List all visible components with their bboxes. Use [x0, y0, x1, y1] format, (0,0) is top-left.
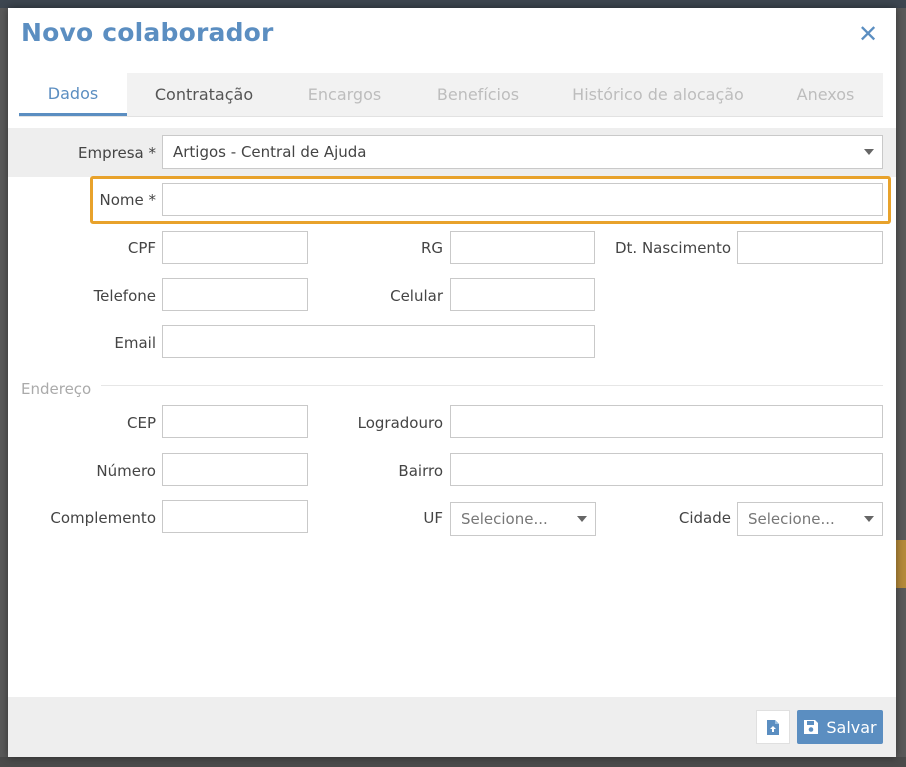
backdrop-bottom [0, 757, 906, 767]
cidade-value: Selecione... [748, 510, 835, 528]
email-label: Email [114, 334, 156, 352]
cep-label: CEP [127, 414, 156, 432]
backdrop-edge [896, 540, 906, 588]
rg-input[interactable] [450, 231, 595, 264]
tab-anexos: Anexos [796, 85, 855, 104]
tab-encargos: Encargos [307, 85, 382, 104]
email-input[interactable] [162, 325, 595, 358]
tab-divider [19, 116, 883, 117]
uf-value: Selecione... [461, 510, 548, 528]
tab-contratacao[interactable]: Contratação [127, 73, 281, 116]
chevron-down-icon [864, 516, 874, 522]
close-icon[interactable]: ✕ [854, 20, 882, 48]
cpf-input[interactable] [162, 231, 308, 264]
attach-file-button[interactable] [756, 710, 790, 744]
cep-input[interactable] [162, 405, 308, 438]
nome-input[interactable] [162, 183, 883, 216]
new-employee-modal: Novo colaborador ✕ Dados Contratação Enc… [8, 8, 896, 757]
bairro-label: Bairro [398, 462, 443, 480]
backdrop [0, 0, 906, 8]
empresa-select[interactable]: Artigos - Central de Ajuda [162, 135, 883, 169]
uf-label: UF [423, 509, 443, 527]
celular-input[interactable] [450, 278, 595, 311]
file-upload-icon [767, 719, 779, 735]
telefone-label: Telefone [93, 287, 156, 305]
numero-label: Número [96, 462, 156, 480]
save-button-label: Salvar [826, 717, 877, 737]
tab-dados[interactable]: Dados [19, 73, 127, 116]
empresa-label: Empresa * [78, 144, 156, 162]
nome-label: Nome * [99, 191, 156, 209]
tab-historico-alocacao: Histórico de alocação [572, 85, 744, 104]
modal-title: Novo colaborador [21, 18, 274, 47]
chevron-down-icon [577, 516, 587, 522]
cpf-label: CPF [127, 239, 156, 257]
empresa-value: Artigos - Central de Ajuda [173, 143, 367, 161]
tab-bar: Dados Contratação Encargos Benefícios Hi… [19, 73, 883, 116]
chevron-down-icon [864, 149, 874, 155]
complemento-input[interactable] [162, 500, 308, 533]
logradouro-label: Logradouro [357, 414, 443, 432]
tab-beneficios: Benefícios [436, 85, 520, 104]
dt-nascimento-input[interactable] [737, 231, 883, 264]
complemento-label: Complemento [50, 509, 156, 527]
save-button[interactable]: Salvar [797, 710, 883, 744]
floppy-disk-icon [804, 720, 819, 734]
cidade-label: Cidade [678, 509, 731, 527]
numero-input[interactable] [162, 453, 308, 486]
section-divider [101, 385, 883, 386]
rg-label: RG [420, 239, 443, 257]
logradouro-input[interactable] [450, 405, 883, 438]
cidade-select[interactable]: Selecione... [737, 502, 883, 536]
endereco-section-title: Endereço [21, 380, 92, 398]
uf-select[interactable]: Selecione... [450, 502, 596, 536]
bairro-input[interactable] [450, 453, 883, 486]
celular-label: Celular [390, 287, 443, 305]
dt-nascimento-label: Dt. Nascimento [614, 239, 731, 257]
telefone-input[interactable] [162, 278, 308, 311]
